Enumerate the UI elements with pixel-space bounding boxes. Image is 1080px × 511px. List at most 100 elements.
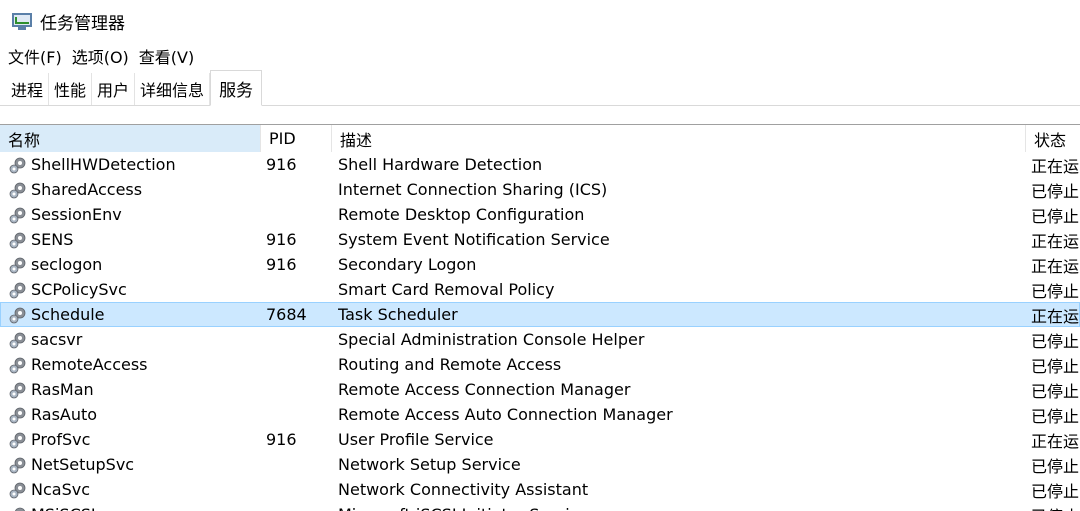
service-name: ShellHWDetection	[31, 155, 176, 174]
title-bar: 任务管理器	[0, 0, 1080, 42]
service-description: Special Administration Console Helper	[338, 330, 645, 349]
service-pid	[266, 452, 330, 477]
service-name: RasAuto	[31, 405, 98, 424]
service-name-cell: NetSetupSvc	[8, 452, 260, 477]
service-description: Network Connectivity Assistant	[338, 480, 589, 499]
service-description: User Profile Service	[338, 430, 494, 449]
column-header-pid[interactable]: PID	[261, 125, 332, 152]
service-status: 已停止	[1031, 356, 1080, 376]
service-name-cell: RasMan	[8, 377, 260, 402]
service-name: SharedAccess	[31, 180, 143, 199]
menu-options[interactable]: 选项(O)	[72, 44, 129, 68]
service-gear-icon	[8, 380, 28, 400]
services-table: 名称 PID 描述 状态 ShellHWDetection 916 Shell Ha…	[0, 124, 1080, 511]
service-description: Remote Access Auto Connection Manager	[338, 405, 673, 424]
service-pid	[266, 377, 330, 402]
service-description: Remote Desktop Configuration	[338, 205, 585, 224]
table-row[interactable]: Schedule 7684 Task Scheduler 正在运	[0, 302, 1080, 327]
service-name-cell: RemoteAccess	[8, 352, 260, 377]
service-name-cell: SCPolicySvc	[8, 277, 260, 302]
tab-processes[interactable]: 进程	[6, 73, 50, 105]
tab-performance[interactable]: 性能	[49, 73, 93, 105]
table-row[interactable]: RemoteAccess Routing and Remote Access 已停止	[0, 352, 1080, 377]
service-status: 正在运	[1031, 306, 1080, 326]
table-row[interactable]: ProfSvc 916 User Profile Service 正在运	[0, 427, 1080, 452]
service-pid	[266, 352, 330, 377]
service-gear-icon	[8, 355, 28, 375]
column-header-name[interactable]: 名称	[0, 125, 261, 152]
service-name-cell: RasAuto	[8, 402, 260, 427]
service-name: MSiSCSI	[31, 505, 96, 511]
table-row[interactable]: RasAuto Remote Access Auto Connection Man…	[0, 402, 1080, 427]
service-pid	[266, 177, 330, 202]
service-gear-icon	[8, 230, 28, 250]
service-gear-icon	[8, 305, 28, 325]
service-gear-icon	[8, 455, 28, 475]
service-name-cell: SENS	[8, 227, 260, 252]
window-title: 任务管理器	[40, 13, 125, 34]
service-name-cell: sacsvr	[8, 327, 260, 352]
service-name: seclogon	[31, 255, 103, 274]
service-name: ProfSvc	[31, 430, 91, 449]
service-gear-icon	[8, 405, 28, 425]
service-gear-icon	[8, 255, 28, 275]
service-name: SessionEnv	[31, 205, 122, 224]
service-description: Shell Hardware Detection	[338, 155, 543, 174]
tab-services[interactable]: 服务	[210, 70, 263, 106]
service-pid: 916	[266, 155, 297, 174]
service-description: Remote Access Connection Manager	[338, 380, 631, 399]
service-pid: 916	[266, 430, 297, 449]
service-name-cell: SessionEnv	[8, 202, 260, 227]
service-description: Task Scheduler	[338, 305, 458, 324]
service-status: 已停止	[1031, 502, 1080, 511]
service-name: SENS	[31, 230, 74, 249]
service-description: Smart Card Removal Policy	[338, 280, 555, 299]
menu-view[interactable]: 查看(V)	[139, 44, 194, 68]
service-name: NetSetupSvc	[31, 455, 135, 474]
service-pid	[266, 277, 330, 302]
table-row[interactable]: SENS 916 System Event Notification Service…	[0, 227, 1080, 252]
service-name-cell: ShellHWDetection	[8, 152, 260, 177]
column-header-description[interactable]: 描述	[332, 125, 1026, 152]
service-name: NcaSvc	[31, 480, 90, 499]
table-body: ShellHWDetection 916 Shell Hardware Detect…	[0, 152, 1080, 511]
service-status: 已停止	[1031, 331, 1080, 351]
table-row[interactable]: NetSetupSvc Network Setup Service 已停止	[0, 452, 1080, 477]
service-description: Routing and Remote Access	[338, 355, 562, 374]
service-status: 正在运	[1031, 256, 1080, 276]
menu-bar: 文件(F) 选项(O) 查看(V)	[0, 42, 1080, 70]
service-status: 已停止	[1031, 481, 1080, 501]
service-description: Secondary Logon	[338, 255, 477, 274]
table-row[interactable]: SharedAccess Internet Connection Sharing …	[0, 177, 1080, 202]
table-row[interactable]: MSiSCSI Microsoft iSCSI Initiator Service…	[0, 502, 1080, 511]
tab-details[interactable]: 详细信息	[135, 73, 211, 105]
service-name: SCPolicySvc	[31, 280, 127, 299]
service-name: sacsvr	[31, 330, 83, 349]
table-row[interactable]: SessionEnv Remote Desktop Configuration 已停…	[0, 202, 1080, 227]
service-gear-icon	[8, 330, 28, 350]
table-row[interactable]: NcaSvc Network Connectivity Assistant 已停止	[0, 477, 1080, 502]
table-row[interactable]: SCPolicySvc Smart Card Removal Policy 已停止	[0, 277, 1080, 302]
service-gear-icon	[8, 280, 28, 300]
table-row[interactable]: seclogon 916 Secondary Logon 正在运	[0, 252, 1080, 277]
menu-file[interactable]: 文件(F)	[8, 44, 62, 68]
service-pid: 916	[266, 255, 297, 274]
service-gear-icon	[8, 505, 28, 511]
table-row[interactable]: ShellHWDetection 916 Shell Hardware Detect…	[0, 152, 1080, 177]
service-name-cell: SharedAccess	[8, 177, 260, 202]
table-row[interactable]: sacsvr Special Administration Console Hel…	[0, 327, 1080, 352]
service-description: Network Setup Service	[338, 455, 521, 474]
service-gear-icon	[8, 205, 28, 225]
service-description: Internet Connection Sharing (ICS)	[338, 180, 608, 199]
service-pid	[266, 477, 330, 502]
service-gear-icon	[8, 480, 28, 500]
service-status: 已停止	[1031, 381, 1080, 401]
service-pid: 7684	[266, 305, 307, 324]
toolbar-spacer	[0, 106, 1080, 124]
tab-users[interactable]: 用户	[92, 73, 136, 105]
table-row[interactable]: RasMan Remote Access Connection Manager 已停…	[0, 377, 1080, 402]
column-header-status[interactable]: 状态	[1026, 125, 1080, 152]
service-status: 已停止	[1031, 281, 1080, 301]
service-gear-icon	[8, 180, 28, 200]
service-status: 已停止	[1031, 181, 1080, 201]
